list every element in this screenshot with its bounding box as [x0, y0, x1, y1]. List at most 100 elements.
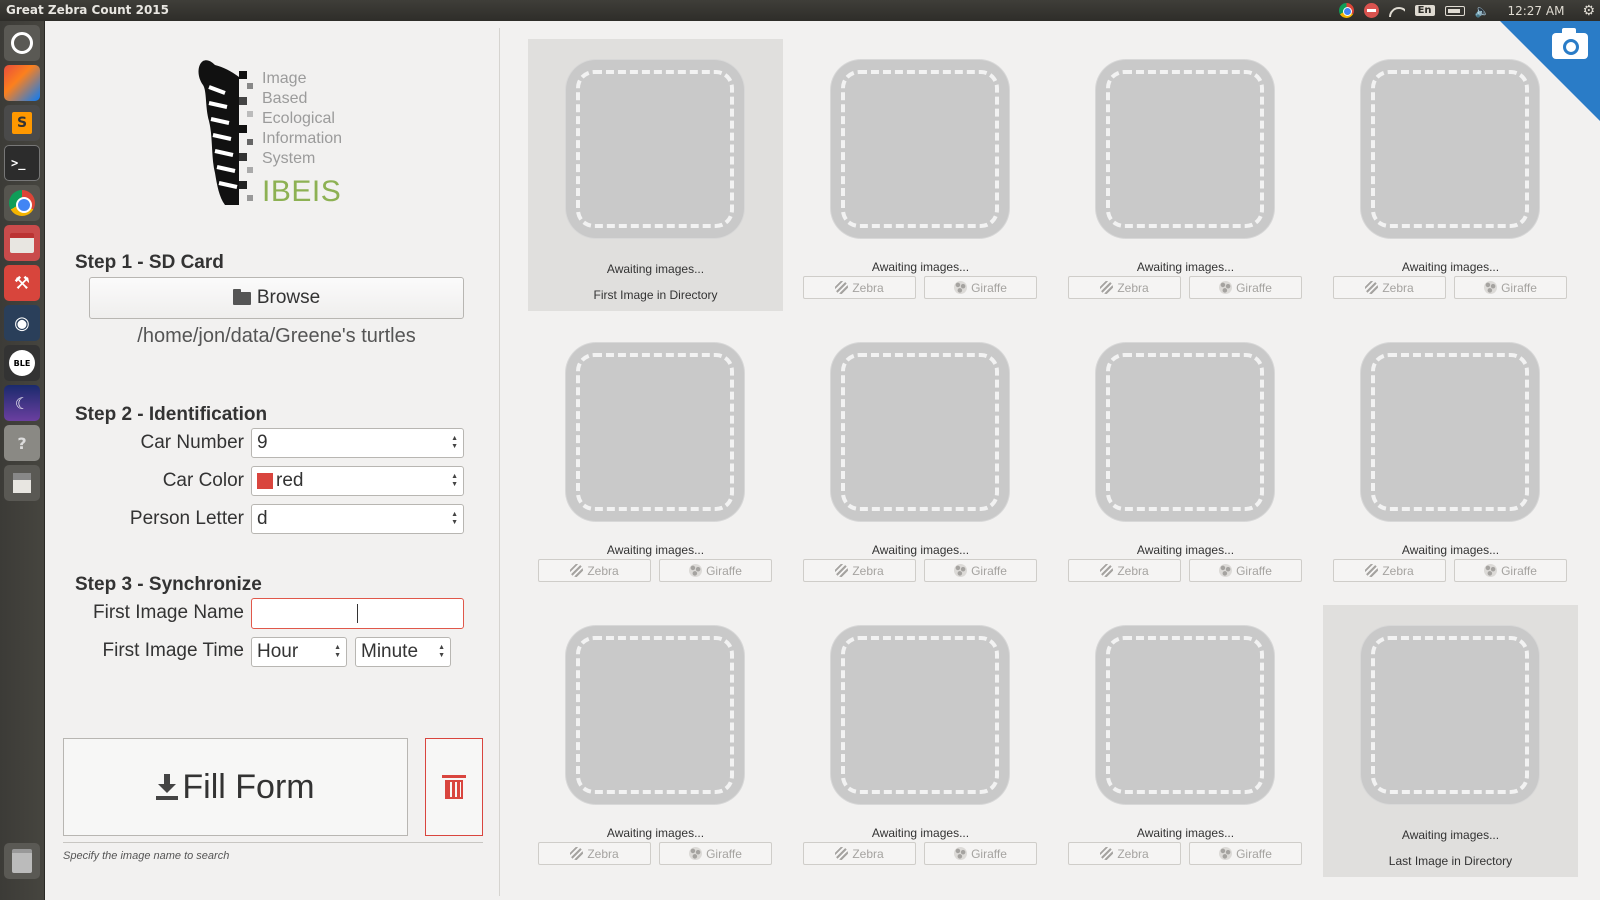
red-swatch-icon [257, 473, 273, 489]
zebra-label: Zebra [1117, 280, 1149, 295]
launcher-ubuntu-dash[interactable] [4, 25, 40, 61]
giraffe-button[interactable]: Giraffe [924, 559, 1037, 582]
image-placeholder [1096, 343, 1274, 521]
first-image-name-input[interactable] [251, 598, 464, 629]
launcher-ble-app[interactable]: BLE [4, 345, 40, 381]
logo-word: Based [262, 90, 308, 107]
clear-form-button[interactable] [425, 738, 483, 836]
person-letter-select[interactable]: d ▲ ▼ [251, 504, 464, 534]
giraffe-button[interactable]: Giraffe [924, 276, 1037, 299]
giraffe-icon [1219, 564, 1233, 577]
spin-arrows-icon[interactable]: ▲ ▼ [438, 644, 445, 660]
zebra-label: Zebra [852, 563, 884, 578]
tray-stop[interactable] [1359, 0, 1384, 21]
launcher-night-sky-app[interactable]: ☾ [4, 385, 40, 421]
awaiting-text: Awaiting images... [871, 826, 970, 840]
awaiting-text: Awaiting images... [606, 543, 705, 557]
giraffe-button[interactable]: Giraffe [1189, 842, 1302, 865]
zebra-label: Zebra [587, 563, 619, 578]
giraffe-button[interactable]: Giraffe [1454, 276, 1567, 299]
giraffe-button[interactable]: Giraffe [1189, 559, 1302, 582]
giraffe-button[interactable]: Giraffe [1454, 559, 1567, 582]
steam-icon: ◉ [14, 312, 30, 334]
launcher-file-manager[interactable] [4, 225, 40, 261]
floppy-icon [13, 473, 31, 493]
image-tile-last[interactable]: Awaiting images... Last Image in Directo… [1323, 605, 1578, 877]
giraffe-icon [954, 564, 968, 577]
zebra-button[interactable]: Zebra [803, 276, 916, 299]
launcher-intellij-idea[interactable] [4, 65, 40, 101]
tray-clock[interactable]: 12:27 AM [1494, 0, 1577, 21]
image-tile[interactable]: Awaiting images... Zebra Giraffe [1058, 39, 1313, 311]
launcher-system-tools[interactable]: ⚒ [4, 265, 40, 301]
image-tile[interactable]: Awaiting images... Zebra Giraffe [528, 322, 783, 594]
zebra-label: Zebra [1382, 563, 1414, 578]
step1-title: Step 1 - SD Card [75, 252, 224, 273]
first-image-time-label: First Image Time [102, 640, 244, 661]
spin-arrows-icon[interactable]: ▲ ▼ [451, 435, 458, 451]
giraffe-button[interactable]: Giraffe [659, 842, 772, 865]
ubuntu-icon [11, 32, 33, 54]
image-placeholder [1361, 343, 1539, 521]
image-tile[interactable]: Awaiting images... Zebra Giraffe [1323, 322, 1578, 594]
chrome-icon [1338, 3, 1354, 18]
launcher-help[interactable]: ? [4, 425, 40, 461]
image-tile[interactable]: Awaiting images... Zebra Giraffe [793, 39, 1048, 311]
zebra-button[interactable]: Zebra [538, 559, 651, 582]
spin-arrows-icon[interactable]: ▲ ▼ [451, 473, 458, 489]
launcher-sublime-text[interactable]: S [4, 105, 40, 141]
launcher-steam[interactable]: ◉ [4, 305, 40, 341]
image-tile-first[interactable]: Awaiting images... First Image in Direct… [528, 39, 783, 311]
tray-settings[interactable]: ⚙ [1577, 0, 1600, 21]
fill-form-button[interactable]: Fill Form [63, 738, 408, 836]
tray-network[interactable] [1384, 0, 1410, 21]
launcher-terminal[interactable]: >_ [4, 145, 40, 181]
hour-select[interactable]: Hour ▲ ▼ [251, 637, 347, 667]
car-color-select[interactable]: red ▲ ▼ [251, 466, 464, 496]
zebra-icon [570, 564, 584, 577]
browse-button[interactable]: Browse [89, 277, 464, 319]
zebra-button[interactable]: Zebra [1333, 559, 1446, 582]
launcher-trash[interactable] [4, 843, 40, 879]
folder-icon [232, 288, 251, 305]
zebra-button[interactable]: Zebra [538, 842, 651, 865]
zebra-label: Zebra [852, 846, 884, 861]
zebra-button[interactable]: Zebra [803, 559, 916, 582]
zebra-label: Zebra [1382, 280, 1414, 295]
launcher-save-disk[interactable] [4, 465, 40, 501]
hour-value: Hour [257, 641, 299, 662]
image-tile[interactable]: Awaiting images... Zebra Giraffe [1058, 322, 1313, 594]
giraffe-label: Giraffe [706, 846, 742, 861]
file-cabinet-icon [10, 233, 34, 253]
camera-corner-button[interactable] [1500, 21, 1600, 121]
giraffe-button[interactable]: Giraffe [924, 842, 1037, 865]
image-tile[interactable]: Awaiting images... Zebra Giraffe [528, 605, 783, 877]
spin-arrows-icon[interactable]: ▲ ▼ [451, 511, 458, 527]
tray-battery[interactable] [1440, 0, 1470, 21]
zebra-button[interactable]: Zebra [1068, 842, 1181, 865]
awaiting-text: Awaiting images... [606, 826, 705, 840]
step2-title: Step 2 - Identification [75, 404, 268, 425]
last-image-label: Last Image in Directory [1388, 854, 1513, 868]
zebra-button[interactable]: Zebra [803, 842, 916, 865]
spin-arrows-icon[interactable]: ▲ ▼ [334, 644, 341, 660]
tray-chrome[interactable] [1334, 0, 1359, 21]
image-tile[interactable]: Awaiting images... Zebra Giraffe [1058, 605, 1313, 877]
zebra-button[interactable]: Zebra [1333, 276, 1446, 299]
zebra-button[interactable]: Zebra [1068, 559, 1181, 582]
minute-select[interactable]: Minute ▲ ▼ [355, 637, 451, 667]
zebra-icon [1100, 847, 1114, 860]
image-tile[interactable]: Awaiting images... Zebra Giraffe [793, 322, 1048, 594]
zebra-button[interactable]: Zebra [1068, 276, 1181, 299]
giraffe-button[interactable]: Giraffe [659, 559, 772, 582]
tray-keyboard[interactable]: En [1410, 0, 1440, 21]
image-tile[interactable]: Awaiting images... Zebra Giraffe [793, 605, 1048, 877]
car-number-spinbox[interactable]: 9 ▲ ▼ [251, 428, 464, 458]
giraffe-button[interactable]: Giraffe [1189, 276, 1302, 299]
awaiting-text: Awaiting images... [1401, 260, 1500, 274]
giraffe-icon [1219, 847, 1233, 860]
sd-card-path: /home/jon/data/Greene's turtles [137, 325, 416, 347]
tray-volume[interactable]: 🔈 [1470, 0, 1495, 21]
step3-title: Step 3 - Synchronize [75, 574, 262, 595]
launcher-chrome[interactable] [4, 185, 40, 221]
